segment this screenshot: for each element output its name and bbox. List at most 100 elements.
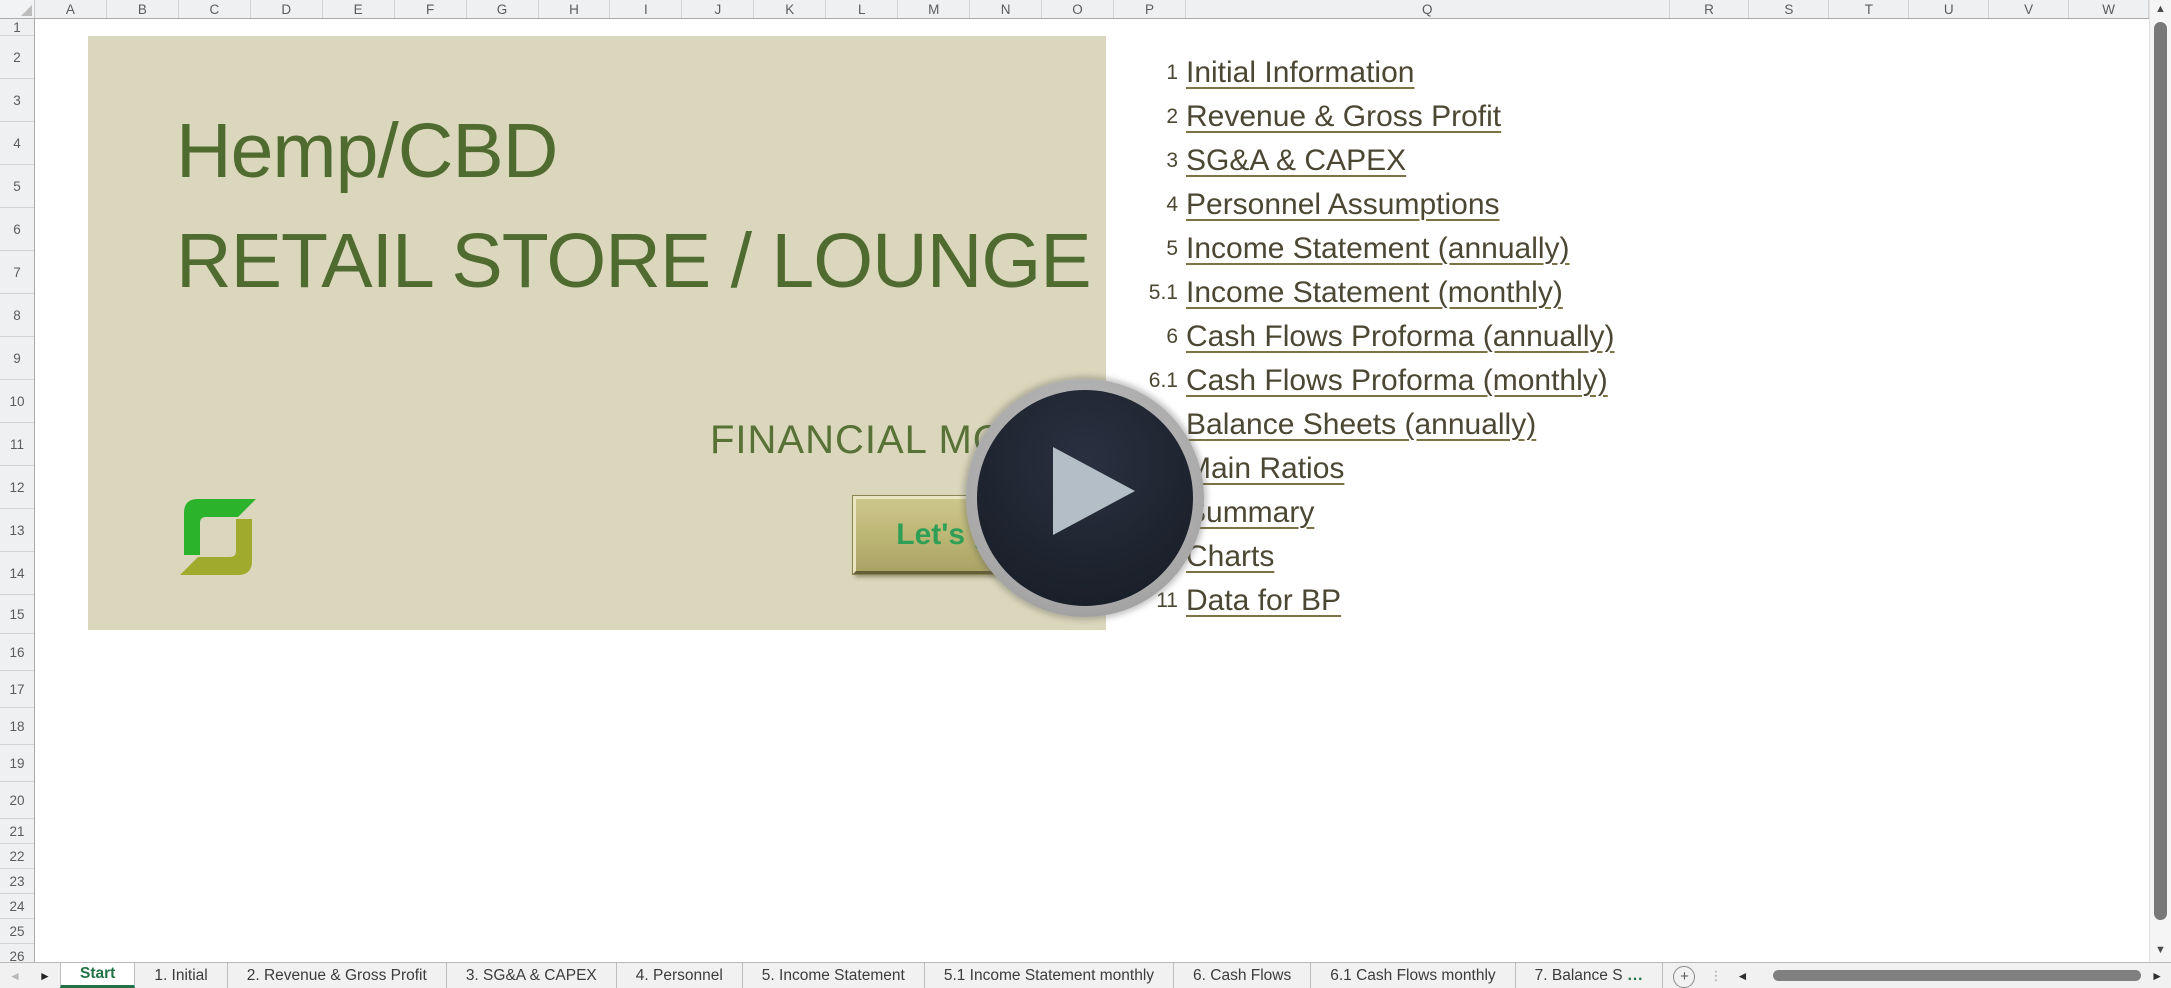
row-header-6[interactable]: 6 [0,208,34,251]
vertical-scrollbar[interactable]: ▲ ▼ [2149,0,2171,962]
row-header-19[interactable]: 19 [0,745,34,782]
column-header-D[interactable]: D [250,0,323,18]
row-header-3[interactable]: 3 [0,79,34,122]
horizontal-scrollbar[interactable]: ◄ ► [1728,963,2171,988]
row-header-8[interactable]: 8 [0,294,34,337]
column-header-Q[interactable]: Q [1185,0,1670,18]
toc-link-2[interactable]: SG&A & CAPEX [1186,144,1406,178]
column-header-I[interactable]: I [610,0,683,18]
row-header-20[interactable]: 20 [0,782,34,819]
column-header-U[interactable]: U [1909,0,1990,18]
tab-drag-dots-icon: ⋮ [1709,967,1723,983]
add-sheet-button[interactable]: + [1673,965,1696,988]
toc-link-11[interactable]: Charts [1186,540,1274,574]
toc-link-3[interactable]: Personnel Assumptions [1186,188,1500,222]
sheet-tab-5-1-income-statement-monthly[interactable]: 5.1 Income Statement monthly [925,963,1175,988]
toc-row: 11 Data for BP [1120,579,1614,623]
column-header-A[interactable]: A [34,0,107,18]
row-header-26[interactable]: 26 [0,944,34,963]
select-all-corner[interactable] [0,0,35,18]
row-header-10[interactable]: 10 [0,380,34,423]
sheet-tab-label: 1. Initial [154,966,208,984]
paperclip-logo-icon [180,499,256,575]
column-header-M[interactable]: M [898,0,971,18]
sheet-tab-5-income-statement[interactable]: 5. Income Statement [743,963,925,988]
toc-link-7[interactable]: Cash Flows Proforma (monthly) [1186,364,1608,398]
toc-row: 2 Revenue & Gross Profit [1120,95,1614,139]
column-header-L[interactable]: L [826,0,899,18]
column-header-W[interactable]: W [2069,0,2150,18]
sheet-tab-label: 2. Revenue & Gross Profit [246,966,427,984]
row-header-13[interactable]: 13 [0,509,34,552]
hscroll-right-icon[interactable]: ► [2151,969,2163,983]
column-header-N[interactable]: N [970,0,1043,18]
sheet-tab-1-initial[interactable]: 1. Initial [135,963,228,988]
sheet-tab-2-revenue-gross-profit[interactable]: 2. Revenue & Gross Profit [228,963,447,988]
toc-link-12[interactable]: Data for BP [1186,584,1341,618]
row-header-18[interactable]: 18 [0,708,34,745]
column-header-E[interactable]: E [322,0,395,18]
row-header-14[interactable]: 14 [0,552,34,595]
toc-number: 4 [1166,193,1178,216]
sheet-tab-3-sg-a-capex[interactable]: 3. SG&A & CAPEX [447,963,617,988]
row-header-5[interactable]: 5 [0,165,34,208]
scroll-down-icon[interactable]: ▼ [2150,944,2171,956]
sheet-tab-7-balance-s[interactable]: 7. Balance S... [1516,963,1664,988]
horizontal-scrollbar-track[interactable] [1758,963,2142,988]
toc-row: 5.1 Income Statement (monthly) [1120,271,1614,315]
row-header-23[interactable]: 23 [0,869,34,894]
toc-link-9[interactable]: Main Ratios [1186,452,1344,486]
column-header-T[interactable]: T [1829,0,1910,18]
column-header-G[interactable]: G [466,0,539,18]
column-header-row: ABCDEFGHIJKLMNOPQRSTUVW [0,0,2150,19]
toc-link-10[interactable]: Summary [1186,496,1314,530]
sheet-tab-6-1-cash-flows-monthly[interactable]: 6.1 Cash Flows monthly [1311,963,1516,988]
column-header-R[interactable]: R [1669,0,1750,18]
row-header-24[interactable]: 24 [0,894,34,919]
toc-link-8[interactable]: Balance Sheets (annually) [1186,408,1536,442]
row-header-11[interactable]: 11 [0,423,34,466]
row-header-17[interactable]: 17 [0,671,34,708]
sheet-tab-4-personnel[interactable]: 4. Personnel [617,963,743,988]
row-header-2[interactable]: 2 [0,36,34,79]
banner-title-line2: RETAIL STORE / LOUNGE [176,218,1092,304]
row-header-21[interactable]: 21 [0,819,34,844]
column-header-F[interactable]: F [394,0,467,18]
row-header-9[interactable]: 9 [0,337,34,380]
column-header-K[interactable]: K [754,0,827,18]
column-header-O[interactable]: O [1042,0,1115,18]
tab-scroll-right-icon[interactable]: ► [30,963,60,988]
tab-scroll-left-icon[interactable]: ◄ [0,963,30,988]
sheet-tab-label: Start [80,965,116,982]
row-header-15[interactable]: 15 [0,595,34,634]
column-header-V[interactable]: V [1989,0,2070,18]
column-header-B[interactable]: B [106,0,179,18]
hscroll-left-icon[interactable]: ◄ [1736,969,1748,983]
row-header-22[interactable]: 22 [0,844,34,869]
sheet-tab-6-cash-flows[interactable]: 6. Cash Flows [1174,963,1312,988]
row-header-7[interactable]: 7 [0,251,34,294]
sheet-tab-label: 7. Balance S [1534,966,1623,984]
toc-link-5[interactable]: Income Statement (monthly) [1186,276,1563,310]
toc-row: 6.1 Cash Flows Proforma (monthly) [1120,359,1614,403]
sheet-tab-start[interactable]: Start [60,963,136,988]
scroll-up-icon[interactable]: ▲ [2150,3,2171,15]
plus-icon: + [1680,968,1689,985]
column-header-J[interactable]: J [682,0,755,18]
column-header-P[interactable]: P [1114,0,1186,18]
row-header-25[interactable]: 25 [0,919,34,944]
toc-link-4[interactable]: Income Statement (annually) [1186,232,1570,266]
row-header-4[interactable]: 4 [0,122,34,165]
vertical-scrollbar-thumb[interactable] [2154,22,2167,920]
toc-link-1[interactable]: Revenue & Gross Profit [1186,100,1501,134]
row-header-12[interactable]: 12 [0,466,34,509]
column-header-H[interactable]: H [538,0,611,18]
toc-link-6[interactable]: Cash Flows Proforma (annually) [1186,320,1614,354]
column-header-S[interactable]: S [1749,0,1830,18]
column-header-C[interactable]: C [178,0,251,18]
video-play-overlay[interactable] [966,379,1204,617]
row-header-1[interactable]: 1 [0,19,34,36]
toc-link-0[interactable]: Initial Information [1186,56,1414,90]
row-header-16[interactable]: 16 [0,634,34,671]
horizontal-scrollbar-thumb[interactable] [1773,970,2142,981]
